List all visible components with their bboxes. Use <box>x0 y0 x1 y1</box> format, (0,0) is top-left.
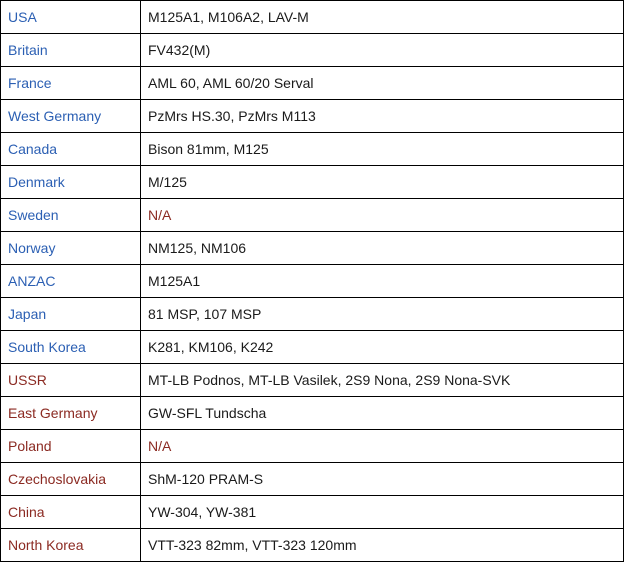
country-cell: France <box>0 66 141 100</box>
country-cell: Norway <box>0 231 141 265</box>
vehicles-cell: FV432(M) <box>140 33 624 67</box>
vehicles-na-cell: N/A <box>140 198 624 232</box>
vehicles-cell: YW-304, YW-381 <box>140 495 624 529</box>
table-row: South Korea K281, KM106, K242 <box>0 330 624 364</box>
country-cell: North Korea <box>0 528 141 562</box>
vehicles-cell: AML 60, AML 60/20 Serval <box>140 66 624 100</box>
country-link[interactable]: France <box>8 75 52 91</box>
country-link[interactable]: USA <box>8 9 37 25</box>
table-body: USA M125A1, M106A2, LAV-M Britain FV432(M) F… <box>0 0 624 562</box>
country-cell: Japan <box>0 297 141 331</box>
vehicles-cell: M125A1, M106A2, LAV-M <box>140 0 624 34</box>
vehicles-cell: MT-LB Podnos, MT-LB Vasilek, 2S9 Nona, 2… <box>140 363 624 397</box>
country-cell: Czechoslovakia <box>0 462 141 496</box>
vehicles-cell: ShM-120 PRAM-S <box>140 462 624 496</box>
country-link[interactable]: South Korea <box>8 339 86 355</box>
table-row: West Germany PzMrs HS.30, PzMrs M113 <box>0 99 624 133</box>
table-row: Denmark M/125 <box>0 165 624 199</box>
vehicle-table: USA M125A1, M106A2, LAV-M Britain FV432(M) F… <box>0 0 624 562</box>
vehicles-cell: M/125 <box>140 165 624 199</box>
table-row: Britain FV432(M) <box>0 33 624 67</box>
country-link[interactable]: USSR <box>8 372 47 388</box>
vehicles-cell: VTT-323 82mm, VTT-323 120mm <box>140 528 624 562</box>
country-cell: USSR <box>0 363 141 397</box>
table-row: USA M125A1, M106A2, LAV-M <box>0 0 624 34</box>
table-row: Canada Bison 81mm, M125 <box>0 132 624 166</box>
table-row: East Germany GW-SFL Tundscha <box>0 396 624 430</box>
table-row: France AML 60, AML 60/20 Serval <box>0 66 624 100</box>
country-link[interactable]: East Germany <box>8 405 97 421</box>
country-cell: USA <box>0 0 141 34</box>
table-row: North Korea VTT-323 82mm, VTT-323 120mm <box>0 528 624 562</box>
table-row: China YW-304, YW-381 <box>0 495 624 529</box>
country-link[interactable]: ANZAC <box>8 273 55 289</box>
country-link[interactable]: Sweden <box>8 207 59 223</box>
vehicles-cell: GW-SFL Tundscha <box>140 396 624 430</box>
country-cell: South Korea <box>0 330 141 364</box>
country-link[interactable]: Denmark <box>8 174 65 190</box>
vehicles-cell: NM125, NM106 <box>140 231 624 265</box>
country-link[interactable]: Norway <box>8 240 55 256</box>
country-cell: Poland <box>0 429 141 463</box>
table-row: Norway NM125, NM106 <box>0 231 624 265</box>
table-row: ANZAC M125A1 <box>0 264 624 298</box>
vehicles-cell: M125A1 <box>140 264 624 298</box>
vehicles-cell: 81 MSP, 107 MSP <box>140 297 624 331</box>
country-cell: Denmark <box>0 165 141 199</box>
country-link[interactable]: North Korea <box>8 537 83 553</box>
country-link[interactable]: Poland <box>8 438 52 454</box>
country-cell: Canada <box>0 132 141 166</box>
country-cell: Britain <box>0 33 141 67</box>
table-row: USSR MT-LB Podnos, MT-LB Vasilek, 2S9 Non… <box>0 363 624 397</box>
country-cell: West Germany <box>0 99 141 133</box>
table-row: Japan 81 MSP, 107 MSP <box>0 297 624 331</box>
country-link[interactable]: Japan <box>8 306 46 322</box>
country-link[interactable]: Britain <box>8 42 48 58</box>
country-link[interactable]: Canada <box>8 141 57 157</box>
country-cell: East Germany <box>0 396 141 430</box>
country-cell: Sweden <box>0 198 141 232</box>
country-link[interactable]: Czechoslovakia <box>8 471 106 487</box>
table-row: Sweden N/A <box>0 198 624 232</box>
vehicles-cell: K281, KM106, K242 <box>140 330 624 364</box>
country-link[interactable]: China <box>8 504 45 520</box>
vehicles-cell: Bison 81mm, M125 <box>140 132 624 166</box>
vehicles-na-cell: N/A <box>140 429 624 463</box>
table-row: Poland N/A <box>0 429 624 463</box>
country-cell: ANZAC <box>0 264 141 298</box>
country-cell: China <box>0 495 141 529</box>
table-row: Czechoslovakia ShM-120 PRAM-S <box>0 462 624 496</box>
country-link[interactable]: West Germany <box>8 108 101 124</box>
vehicles-cell: PzMrs HS.30, PzMrs M113 <box>140 99 624 133</box>
